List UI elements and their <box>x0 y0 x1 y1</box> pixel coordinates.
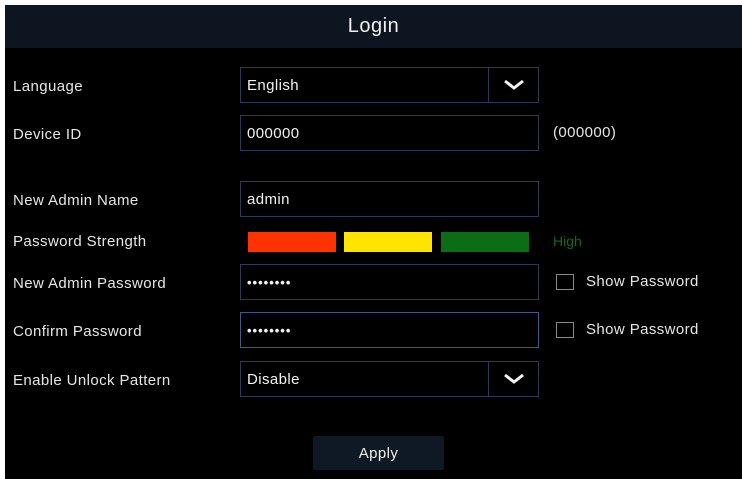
language-select[interactable]: English <box>240 67 539 103</box>
strength-bar-weak <box>248 232 336 252</box>
strength-bar-strong <box>441 232 529 252</box>
password-strength-level: High <box>553 233 582 249</box>
unlock-pattern-value: Disable <box>247 370 300 388</box>
unlock-pattern-select[interactable]: Disable <box>240 361 539 397</box>
unlock-pattern-label: Enable Unlock Pattern <box>13 372 171 389</box>
language-value: English <box>247 76 299 94</box>
device-id-value: 000000 <box>247 124 300 142</box>
admin-name-field[interactable]: admin <box>240 181 539 217</box>
login-dialog: Login Language English Device ID 000000 … <box>5 5 742 479</box>
show-password-label: Show Password <box>586 273 699 290</box>
confirm-password-field[interactable]: •••••••• <box>240 312 539 348</box>
device-id-field[interactable]: 000000 <box>240 115 539 151</box>
chevron-down-icon[interactable] <box>488 68 538 102</box>
language-label: Language <box>13 78 83 95</box>
chevron-down-icon[interactable] <box>488 362 538 396</box>
show-password-toggle-confirm[interactable]: Show Password <box>556 321 699 338</box>
device-id-note: (000000) <box>553 124 617 141</box>
apply-button[interactable]: Apply <box>313 436 444 470</box>
show-password-toggle-admin[interactable]: Show Password <box>556 273 699 290</box>
admin-password-value: •••••••• <box>247 274 292 290</box>
show-password-label: Show Password <box>586 321 699 338</box>
strength-bar-medium <box>344 232 432 252</box>
device-id-label: Device ID <box>13 126 82 143</box>
admin-name-label: New Admin Name <box>13 192 139 209</box>
checkbox-icon[interactable] <box>556 273 574 290</box>
admin-password-label: New Admin Password <box>13 275 167 292</box>
admin-name-value: admin <box>247 190 290 208</box>
admin-password-field[interactable]: •••••••• <box>240 264 539 300</box>
password-strength-label: Password Strength <box>13 233 147 250</box>
checkbox-icon[interactable] <box>556 321 574 338</box>
confirm-password-value: •••••••• <box>247 322 292 338</box>
dialog-title: Login <box>5 5 742 48</box>
confirm-password-label: Confirm Password <box>13 323 142 340</box>
